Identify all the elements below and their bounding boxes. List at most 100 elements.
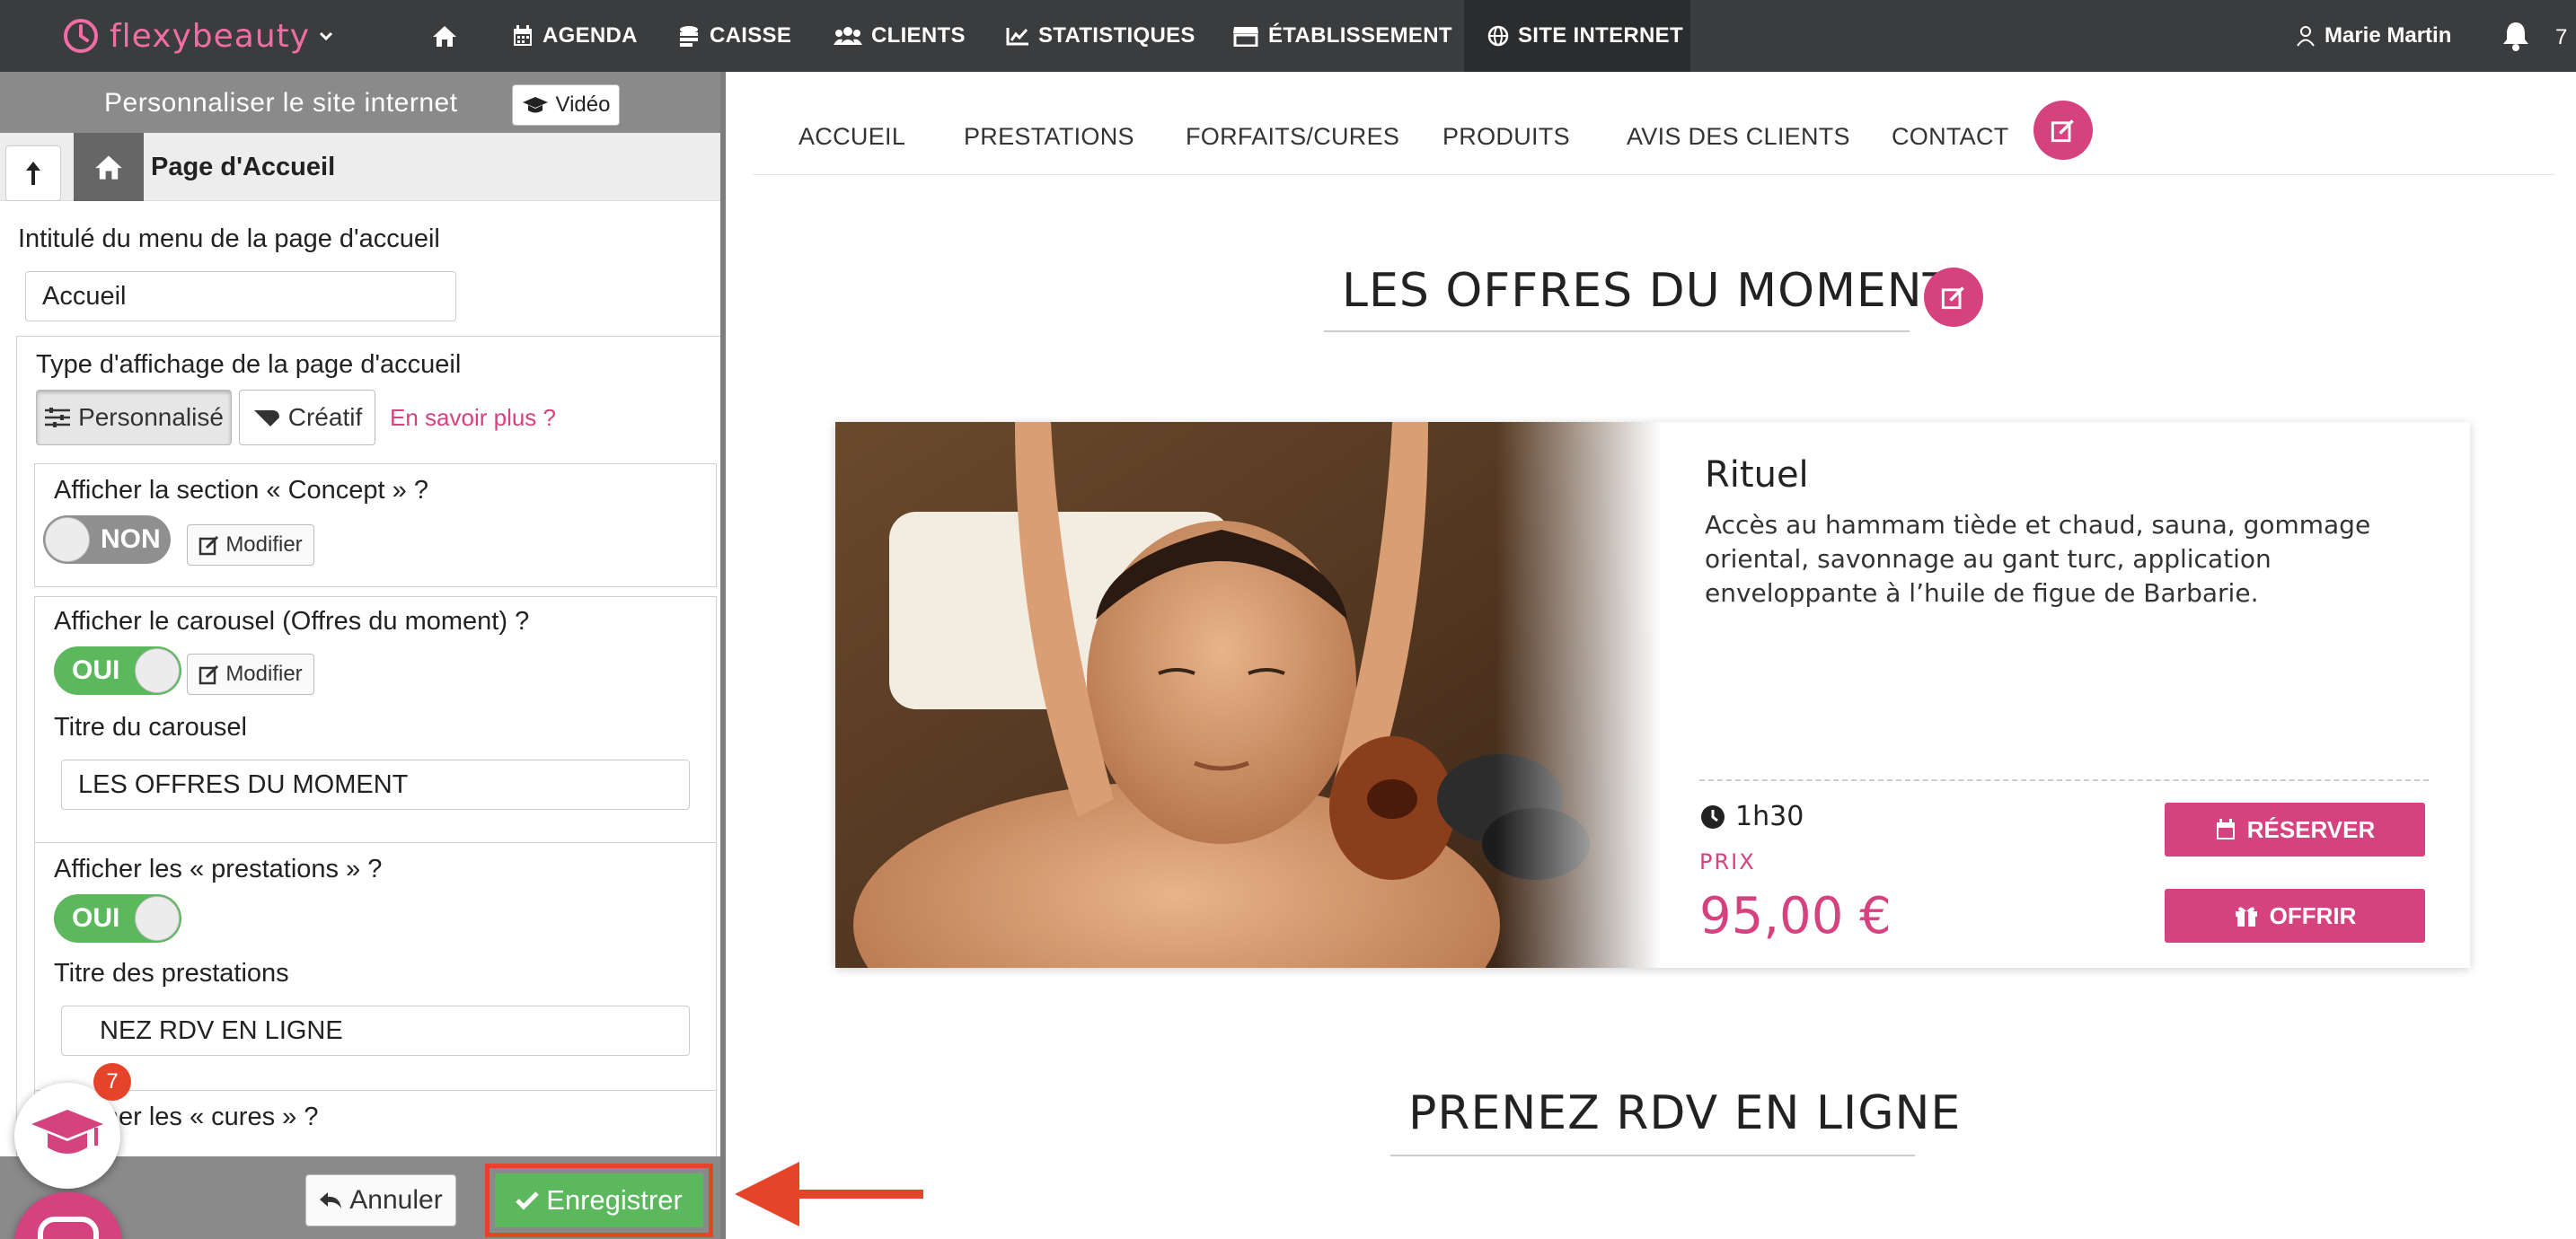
breadcrumb-home[interactable]: [74, 133, 144, 201]
calendar-icon: [2216, 819, 2235, 839]
concept-label: Afficher la section « Concept » ?: [54, 476, 428, 505]
red-arrow-icon: [735, 1162, 923, 1226]
site-nav-contact[interactable]: CONTACT: [1892, 123, 2009, 151]
save-label: Enregistrer: [546, 1184, 683, 1216]
nav-etablissement[interactable]: ÉTABLISSEMENT: [1232, 0, 1452, 72]
carousel-title-input[interactable]: LES OFFRES DU MOMENT: [61, 760, 690, 810]
carousel-toggle[interactable]: OUI: [54, 646, 181, 695]
offer-divider: [1699, 779, 2429, 781]
site-nav-accueil[interactable]: ACCUEIL: [798, 123, 905, 151]
reserve-button[interactable]: RÉSERVER: [2165, 803, 2425, 857]
clock-icon: [1701, 804, 1725, 829]
offers-title: LES OFFRES DU MOMENT: [1342, 264, 1953, 318]
save-button[interactable]: Enregistrer: [495, 1173, 703, 1227]
display-creatif-label: Créatif: [287, 403, 363, 431]
chevron-down-icon[interactable]: [319, 31, 333, 41]
chart-icon: [1006, 28, 1028, 46]
menu-label: Intitulé du menu de la page d'accueil: [18, 224, 440, 253]
toggle-knob: [45, 517, 90, 562]
offer-gift-label: OFFRIR: [2269, 901, 2357, 929]
display-creatif-button[interactable]: Créatif: [239, 390, 375, 445]
gift-icon: [2235, 907, 2257, 927]
offers-title-underline: [1324, 330, 1910, 332]
panel-title: Personnaliser le site internet: [104, 88, 458, 118]
video-button[interactable]: Vidéo: [512, 84, 620, 126]
modify-label: Modifier: [225, 662, 303, 686]
display-personnalise-button[interactable]: Personnalisé: [36, 390, 232, 445]
reply-icon: [320, 1192, 342, 1208]
carousel-toggle-state: OUI: [72, 655, 120, 685]
toggle-knob: [135, 896, 180, 941]
breadcrumb: Page d'Accueil: [0, 133, 720, 201]
toggle-knob: [135, 648, 180, 693]
breadcrumb-current: Page d'Accueil: [151, 153, 336, 181]
nav-statistiques-label: STATISTIQUES: [1038, 23, 1195, 48]
rdv-title: PRENEZ RDV EN LIGNE: [1408, 1086, 1962, 1140]
menu-title-input[interactable]: Accueil: [25, 271, 456, 321]
cancel-button[interactable]: Annuler: [305, 1174, 456, 1226]
prestations-title-label: Titre des prestations: [54, 959, 289, 988]
edit-icon: [199, 664, 219, 685]
offer-duration-value: 1h30: [1735, 801, 1804, 832]
video-label: Vidéo: [555, 92, 611, 117]
nav-site-internet[interactable]: SITE INTERNET: [1464, 0, 1690, 72]
carousel-label: Afficher le carousel (Offres du moment) …: [54, 607, 530, 636]
user-menu[interactable]: Marie Martin: [2296, 0, 2451, 72]
home-icon: [433, 26, 456, 47]
nav-site-internet-label: SITE INTERNET: [1518, 23, 1683, 48]
site-nav-produits[interactable]: PRODUITS: [1442, 123, 1570, 151]
save-highlight: Enregistrer: [485, 1164, 713, 1237]
bell-icon[interactable]: [2501, 20, 2531, 52]
site-nav-forfaits[interactable]: FORFAITS/CURES: [1186, 123, 1399, 151]
concept-toggle-state: NON: [101, 524, 161, 554]
edit-menu-button[interactable]: [2033, 101, 2093, 160]
nav-agenda-label: AGENDA: [543, 23, 638, 48]
top-navigation-bar: flexybeauty AGENDA CAISSE CLIENTS STATIS…: [0, 0, 2576, 72]
massage-photo: [835, 422, 1662, 968]
offer-gift-button[interactable]: OFFRIR: [2165, 889, 2425, 943]
graduation-cap-icon: [522, 97, 548, 113]
offer-card: Rituel Accès au hammam tiède et chaud, s…: [835, 422, 2470, 968]
clock-heart-icon: [64, 19, 98, 53]
users-icon: [834, 27, 862, 45]
edit-offers-button[interactable]: [1924, 268, 1983, 327]
site-nav-avis[interactable]: AVIS DES CLIENTS: [1627, 123, 1850, 151]
site-nav-prestations[interactable]: PRESTATIONS: [964, 123, 1134, 151]
help-badge: 7: [93, 1063, 131, 1101]
offer-price: 95,00 €: [1699, 887, 1892, 945]
calendar-icon: [514, 25, 532, 46]
user-name: Marie Martin: [2325, 23, 2452, 48]
nav-home[interactable]: [431, 0, 469, 72]
level-up-icon: [26, 162, 40, 185]
prestations-label: Afficher les « prestations » ?: [54, 855, 383, 883]
nav-agenda[interactable]: AGENDA: [512, 0, 638, 72]
prestations-toggle[interactable]: OUI: [54, 894, 181, 943]
concept-modify-button[interactable]: Modifier: [187, 524, 314, 566]
nav-etablissement-label: ÉTABLISSEMENT: [1268, 23, 1452, 48]
graduation-cap-icon: [31, 1110, 103, 1154]
learn-more-link[interactable]: En savoir plus ?: [390, 404, 556, 432]
nav-clients[interactable]: CLIENTS: [834, 0, 966, 72]
sliders-icon: [45, 408, 71, 427]
offer-image: [835, 422, 1662, 968]
paint-roller-icon: [253, 410, 279, 426]
offer-description: Accès au hammam tiède et chaud, sauna, g…: [1705, 510, 2371, 608]
price-label: PRIX: [1699, 849, 1756, 874]
offer-duration: 1h30: [1699, 801, 1804, 832]
reserve-label: RÉSERVER: [2246, 815, 2376, 843]
customize-panel: Personnaliser le site internet Vidéo Pag…: [0, 72, 726, 1239]
back-up-button[interactable]: [5, 145, 61, 201]
notification-count: 7: [2555, 25, 2568, 49]
app-logo[interactable]: flexybeauty: [61, 13, 333, 59]
edit-icon: [199, 535, 219, 556]
edit-icon: [1941, 286, 1964, 310]
concept-toggle[interactable]: NON: [43, 515, 171, 564]
nav-caisse[interactable]: CAISSE: [677, 0, 791, 72]
prestations-title-input[interactable]: NEZ RDV EN LIGNE: [61, 1006, 690, 1056]
store-icon: [1233, 27, 1258, 47]
carousel-modify-button[interactable]: Modifier: [187, 654, 314, 695]
logo-text: flexybeauty: [110, 17, 311, 55]
cancel-label: Annuler: [349, 1185, 443, 1215]
nav-statistiques[interactable]: STATISTIQUES: [1006, 0, 1195, 72]
user-icon: [2297, 26, 2315, 47]
